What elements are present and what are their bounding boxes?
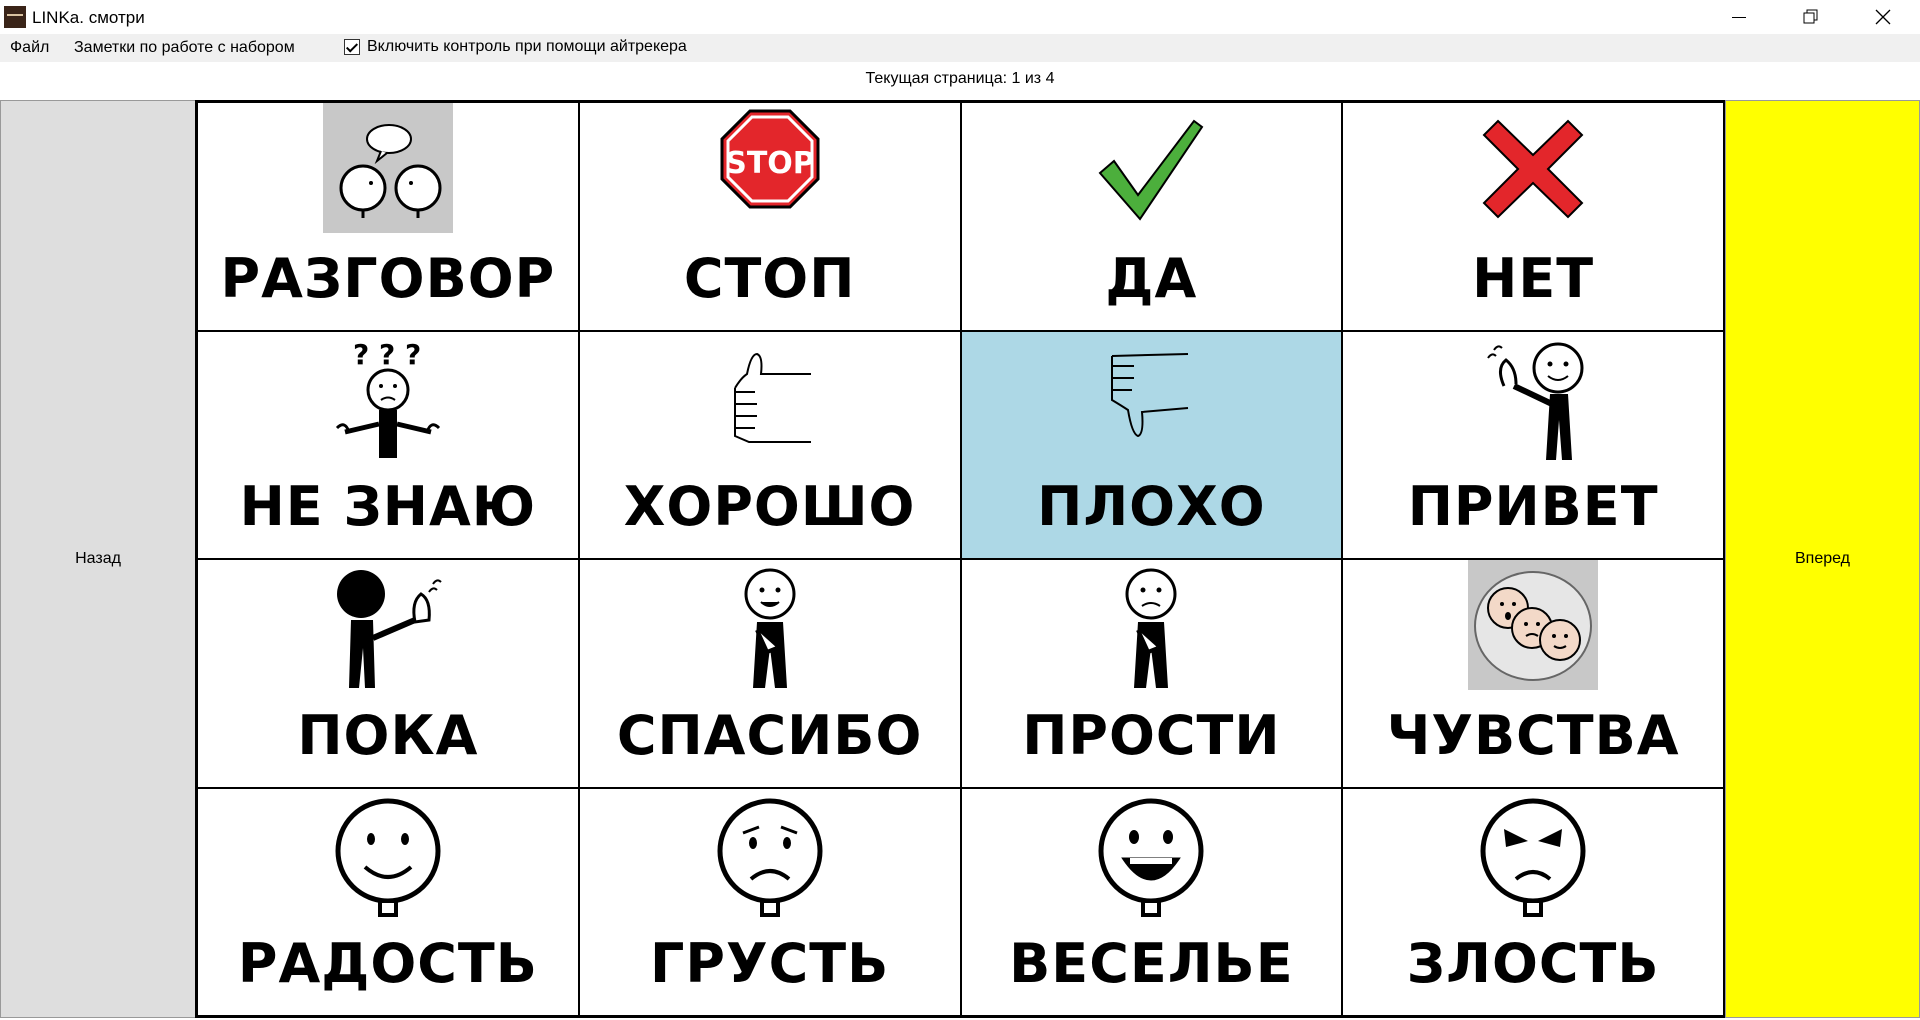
card-spasibo[interactable]: СПАСИБО [578,559,961,788]
page-indicator: Текущая страница: 1 из 4 [865,70,1055,87]
menu-file[interactable]: Файл [10,39,49,57]
stop-sign-icon: STOP [705,103,835,233]
thumbs-up-icon [705,332,835,462]
menu-notes[interactable]: Заметки по работе с набором [74,39,295,57]
card-radost[interactable]: РАДОСТЬ [197,787,579,1016]
card-label: НЕ ЗНАЮ [239,475,537,538]
card-label: НЕТ [1472,246,1595,310]
angry-face-icon [1468,789,1598,919]
wave-hello-icon [1468,332,1598,462]
card-label: ПРИВЕТ [1407,475,1659,538]
card-da[interactable]: ДА [960,102,1343,331]
card-net[interactable]: НЕТ [1342,102,1724,331]
restore-icon[interactable] [1776,0,1846,34]
checkmark-icon [1086,103,1216,233]
eyetracker-toggle[interactable]: Включить контроль при помощи айтрекера [344,38,687,56]
card-label: РАЗГОВОР [220,246,556,310]
card-label: ДА [1105,246,1198,310]
forward-button-label: Вперед [1794,550,1850,567]
minimize-icon[interactable] [1704,0,1774,34]
card-vesele[interactable]: ВЕСЕЛЬЕ [960,787,1343,1016]
laughing-face-icon [1086,789,1216,919]
card-razgovor[interactable]: РАЗГОВОР [197,102,579,331]
dont-know-icon: ? ? ? [323,332,453,462]
card-khorosho[interactable]: ХОРОШО [578,330,961,559]
card-label: ВЕСЕЛЬЕ [1009,932,1294,995]
card-plokho[interactable]: ПЛОХО [960,330,1343,559]
conversation-icon [322,103,453,233]
card-label: ПРОСТИ [1022,703,1281,767]
thumbs-down-icon [1086,332,1216,462]
cross-icon [1468,103,1598,233]
title-bar: LINKa. смотри [0,0,1920,34]
svg-text:? ? ?: ? ? ? [353,338,421,371]
thank-you-icon [705,560,835,690]
card-prosti[interactable]: ПРОСТИ [960,559,1343,788]
app-logo-icon [4,6,26,28]
card-zlost[interactable]: ЗЛОСТЬ [1342,787,1724,1016]
card-poka[interactable]: ПОКА [197,559,579,788]
card-label: СТОП [683,246,856,310]
card-label: ПОКА [297,703,479,767]
card-label: ПЛОХО [1037,475,1266,538]
back-button-label: Назад [75,550,121,567]
card-grid: РАЗГОВОР STOP СТОП ДА НЕТ ? ? ? НЕ ЗНАЮ … [195,100,1726,1018]
feelings-icon [1468,560,1599,690]
eyetracker-label: Включить контроль при помощи айтрекера [367,38,687,55]
sad-face-icon [705,789,835,919]
card-label: ХОРОШО [623,475,916,538]
card-grust[interactable]: ГРУСТЬ [578,787,961,1016]
card-label: ЗЛОСТЬ [1406,932,1660,995]
svg-text:STOP: STOP [725,146,815,181]
forward-button[interactable]: Вперед [1725,100,1920,1018]
wave-bye-icon [323,560,453,690]
card-ne-znayu[interactable]: ? ? ? НЕ ЗНАЮ [197,330,579,559]
card-stop[interactable]: STOP СТОП [578,102,961,331]
card-chuvstva[interactable]: ЧУВСТВА [1342,559,1724,788]
menu-bar: Файл Заметки по работе с набором Включит… [0,34,1920,62]
card-label: ЧУВСТВА [1386,703,1680,767]
back-button[interactable]: Назад [0,100,196,1018]
card-label: РАДОСТЬ [237,932,538,995]
card-privet[interactable]: ПРИВЕТ [1342,330,1724,559]
sorry-icon [1086,560,1216,690]
card-label: ГРУСТЬ [650,932,890,995]
window-title: LINKa. смотри [32,8,145,27]
eyetracker-checkbox[interactable] [344,39,360,55]
close-icon[interactable] [1848,0,1918,34]
happy-face-icon [323,789,453,919]
card-label: СПАСИБО [616,703,923,767]
